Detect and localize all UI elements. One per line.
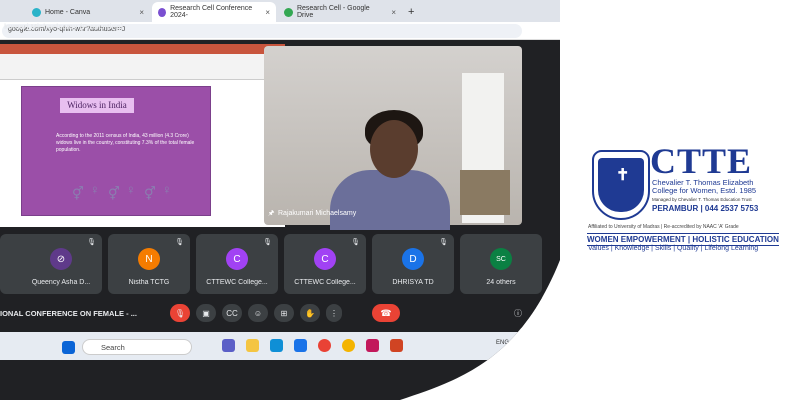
powerpoint-icon[interactable] <box>390 339 403 352</box>
search-placeholder: Search <box>101 343 125 352</box>
female-symbol-icon: ⚥ <box>144 186 156 201</box>
person-head <box>370 120 418 178</box>
participant-name: Queency Asha D... <box>31 279 91 286</box>
canva-icon <box>32 8 41 17</box>
tab-label: Home - Canva <box>45 8 91 16</box>
tab-drive[interactable]: Research Cell - Google Drive × <box>278 2 402 22</box>
slide-text: According to the 2011 census of India, 4… <box>56 133 195 153</box>
mic-off-icon: 🎙 <box>175 239 184 246</box>
screenshot-crop: Home - Canva × Research Cell Conference … <box>0 0 560 400</box>
participant-name: 24 others <box>486 279 516 286</box>
location-phone: PERAMBUR | 044 2537 5753 <box>652 204 759 213</box>
present-button[interactable]: ⊞ <box>274 304 294 322</box>
tab-label: Research Cell - Google Drive <box>296 5 370 19</box>
female-symbol-icon: ♀ <box>162 182 172 197</box>
female-symbol-icon: ⚥ <box>108 186 120 201</box>
person-body <box>330 170 450 230</box>
mic-off-icon: 🎙 <box>263 239 272 246</box>
logo-ctte: CTTE <box>650 141 753 181</box>
store-icon[interactable] <box>294 339 307 352</box>
meeting-title: IONAL CONFERENCE ON FEMALE - ... <box>0 309 137 318</box>
more-options-button[interactable]: ⋮ <box>326 304 342 322</box>
mic-off-icon: 🎙 <box>439 239 448 246</box>
avatar: N <box>138 248 160 270</box>
captions-button[interactable]: CC <box>222 304 242 322</box>
forms-icon <box>158 8 166 17</box>
values: Values | Knowledge | Skills | Quality | … <box>588 245 759 252</box>
slide-title: Widows in India <box>60 98 134 113</box>
participant-tile[interactable]: N 🎙 Nistha TCTG <box>108 234 190 294</box>
info-button[interactable]: ⓘ <box>508 304 528 322</box>
participant-tile-others[interactable]: SC 24 others <box>460 234 542 294</box>
participant-tile[interactable]: C 🎙 CTTEWC College... <box>196 234 278 294</box>
emoji-button[interactable]: ☺ <box>248 304 268 322</box>
female-symbol-icon: ♀ <box>90 182 100 197</box>
new-tab-button[interactable]: + <box>402 2 422 22</box>
close-icon[interactable]: × <box>391 8 396 17</box>
affiliation: Affiliated to University of Madras | Re-… <box>588 224 739 230</box>
participant-name: Nistha TCTG <box>128 279 170 286</box>
background-shelf <box>460 170 510 215</box>
participant-tile[interactable]: ⊘ 🎙 Queency Asha D... <box>20 234 102 294</box>
ppt-ribbon <box>0 54 285 80</box>
drive-icon <box>284 8 293 17</box>
cross-icon: ✝ <box>616 167 630 184</box>
female-symbol-icon: ⚥ <box>72 186 84 201</box>
participant-name: DHRISYA TD <box>392 279 434 286</box>
taskbar-search[interactable]: Search <box>82 339 192 355</box>
close-icon[interactable]: × <box>265 8 270 17</box>
edge-icon[interactable] <box>270 339 283 352</box>
participant-tile[interactable]: D 🎙 DHRISYA TD <box>372 234 454 294</box>
college-name-line2: College for Women, Estd. 1985 <box>652 186 757 195</box>
managed-by: Managed by Chevalier T. Thomas Education… <box>652 197 752 202</box>
avatar: C <box>314 248 336 270</box>
avatar: C <box>226 248 248 270</box>
teams-icon[interactable] <box>222 339 235 352</box>
close-icon[interactable]: × <box>139 8 144 17</box>
presenter-label: kumari Michaelsamy (Presenting) <box>4 22 124 31</box>
avatar: SC <box>490 248 512 270</box>
mic-toggle-button[interactable]: 🎙 <box>170 304 190 322</box>
college-name: Chevalier T. Thomas Elizabeth College fo… <box>652 179 756 195</box>
participant-name: CTTEWC College... <box>206 279 268 286</box>
avatar: D <box>402 248 424 270</box>
windows-start-icon[interactable] <box>62 341 75 354</box>
raise-hand-button[interactable]: ✋ <box>300 304 320 322</box>
participant-tile[interactable]: C 🎙 CTTEWC College... <box>284 234 366 294</box>
ppt-title-bar <box>0 44 285 54</box>
tab-label: Research Cell Conference 2024- <box>170 5 253 19</box>
pin-icon[interactable]: 🖈 <box>268 209 274 220</box>
avatar: ⊘ <box>50 248 72 270</box>
language-indicator[interactable]: ENG <box>496 340 509 346</box>
female-symbol-icon: ♀ <box>126 182 136 197</box>
mic-off-icon: 🎙 <box>351 239 360 246</box>
canvas: Home - Canva × Research Cell Conference … <box>0 0 800 400</box>
tab-conference[interactable]: Research Cell Conference 2024- × <box>152 2 276 22</box>
chrome-icon[interactable] <box>342 339 355 352</box>
tab-canva[interactable]: Home - Canva × <box>26 2 150 22</box>
leave-call-button[interactable]: ☎ <box>372 304 400 322</box>
camera-name: Rajakumari Michaelsamy <box>278 210 357 217</box>
file-explorer-icon[interactable] <box>246 339 259 352</box>
chrome-icon[interactable] <box>318 339 331 352</box>
app-icon[interactable] <box>366 339 379 352</box>
mic-off-icon: 🎙 <box>87 239 96 246</box>
participant-name: CTTEWC College... <box>294 279 356 286</box>
camera-toggle-button[interactable]: ▣ <box>196 304 216 322</box>
